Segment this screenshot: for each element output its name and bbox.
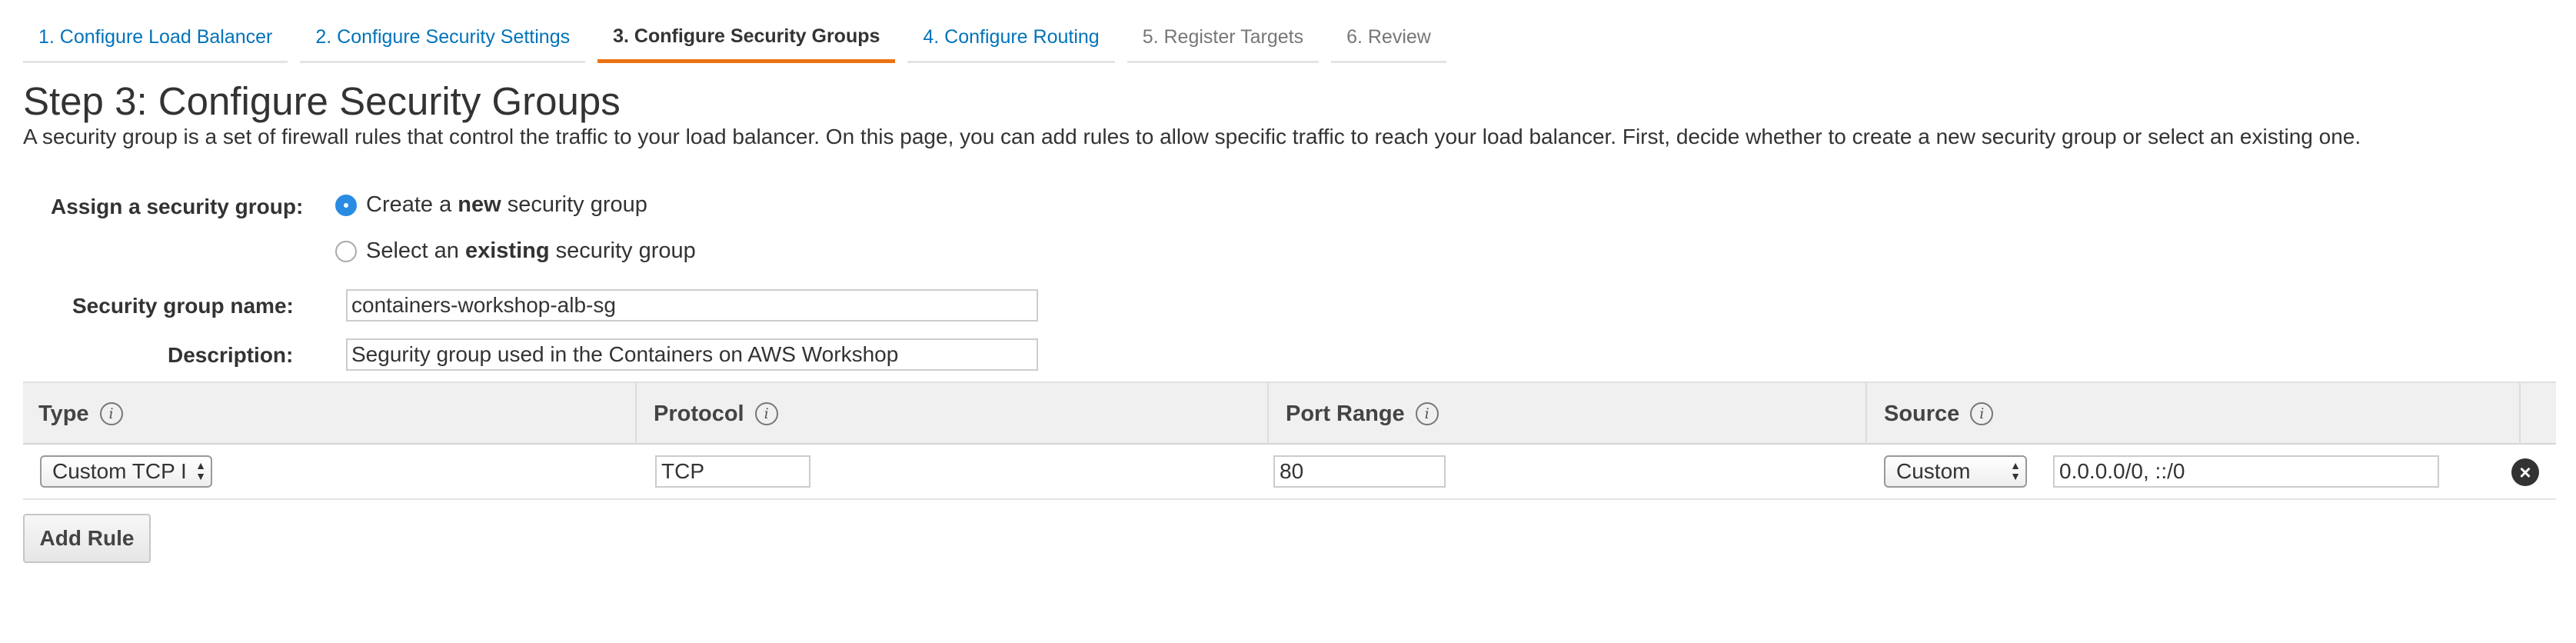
rule-source-cidr-input[interactable]: 0.0.0.0/0, ::/0	[2053, 455, 2439, 488]
type-info-icon[interactable]: i	[99, 402, 123, 425]
select-existing-label: Select an existing security group	[366, 238, 696, 264]
type-column-header: Type i	[23, 383, 637, 445]
add-rule-button[interactable]: Add Rule	[23, 514, 151, 563]
rule-type-select[interactable]: Custom TCP I ▲ ▼	[40, 455, 212, 488]
tab-configure-routing[interactable]: 4. Configure Routing	[907, 14, 1115, 63]
protocol-column-header: Protocol i	[638, 383, 1269, 445]
protocol-info-icon[interactable]: i	[754, 402, 778, 425]
port-range-info-icon[interactable]: i	[1415, 402, 1439, 425]
port-range-column-header: Port Range i	[1270, 383, 1867, 445]
port-range-column-label: Port Range	[1286, 401, 1405, 426]
create-new-label-bold: new	[458, 192, 501, 217]
rule-source-select[interactable]: Custom ▲ ▼	[1884, 455, 2027, 488]
create-new-security-group-option[interactable]: Create a new security group	[335, 192, 647, 218]
select-existing-radio[interactable]	[335, 240, 357, 262]
page-description: A security group is a set of firewall ru…	[23, 125, 2361, 148]
rule-port-range-input[interactable]: 80	[1273, 455, 1446, 488]
source-column-label: Source	[1884, 401, 1960, 426]
security-group-name-label: Security group name:	[72, 294, 294, 318]
page-title: Step 3: Configure Security Groups	[23, 79, 621, 123]
rule-source-type-value: Custom	[1896, 459, 1971, 483]
select-arrows-icon: ▲ ▼	[195, 459, 206, 482]
protocol-column-label: Protocol	[654, 401, 744, 426]
tab-review: 6. Review	[1331, 14, 1446, 63]
rules-table-header: Type i Protocol i Port Range i Source i	[23, 381, 2556, 445]
table-row: Custom TCP I ▲ ▼ TCP 80 Custom ▲ ▼ 0.0.0.0…	[23, 445, 2556, 500]
description-input[interactable]: Segurity group used in the Containers on…	[346, 338, 1038, 371]
rule-type-value: Custom TCP I	[52, 459, 187, 483]
tab-configure-load-balancer[interactable]: 1. Configure Load Balancer	[23, 14, 288, 63]
select-existing-label-suffix: security group	[549, 238, 696, 263]
wizard-tabs: 1. Configure Load Balancer 2. Configure …	[23, 14, 1446, 63]
type-column-label: Type	[38, 401, 89, 426]
select-existing-security-group-option[interactable]: Select an existing security group	[335, 238, 696, 264]
tab-configure-security-settings[interactable]: 2. Configure Security Settings	[300, 14, 586, 63]
create-new-label-prefix: Create a	[366, 192, 458, 217]
security-group-name-input[interactable]: containers-workshop-alb-sg	[346, 289, 1038, 322]
tab-register-targets: 5. Register Targets	[1127, 14, 1320, 63]
create-new-radio[interactable]	[335, 194, 357, 216]
description-label: Description:	[168, 343, 294, 367]
select-existing-label-bold: existing	[464, 238, 550, 263]
assign-security-group-label: Assign a security group:	[51, 195, 304, 218]
source-info-icon[interactable]: i	[1970, 402, 1994, 425]
security-rules-table: Type i Protocol i Port Range i Source i …	[23, 381, 2556, 500]
rule-protocol-field: TCP	[655, 455, 810, 488]
source-column-header: Source i	[1869, 383, 2521, 445]
create-new-label: Create a new security group	[366, 192, 647, 218]
tab-configure-security-groups[interactable]: 3. Configure Security Groups	[597, 14, 896, 63]
select-arrows-icon: ▲ ▼	[2010, 459, 2021, 482]
select-existing-label-prefix: Select an	[366, 238, 465, 263]
remove-rule-icon[interactable]: ×	[2511, 458, 2539, 486]
create-new-label-suffix: security group	[501, 192, 647, 217]
